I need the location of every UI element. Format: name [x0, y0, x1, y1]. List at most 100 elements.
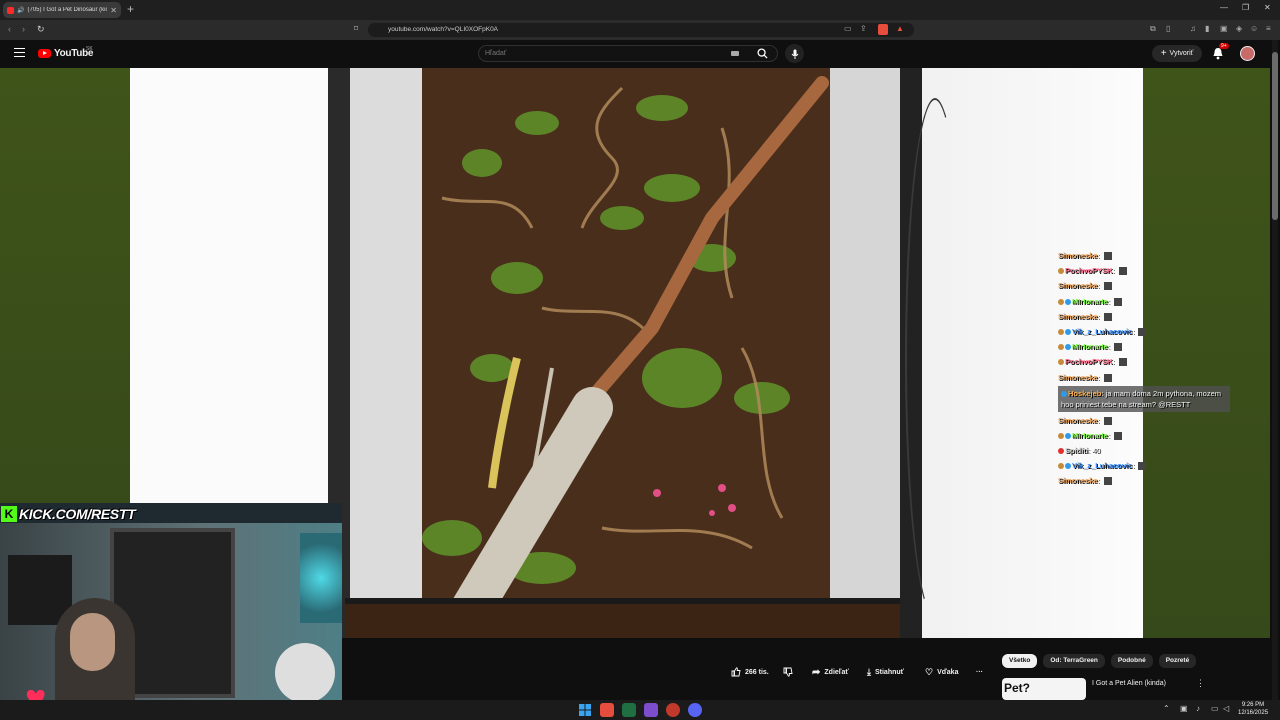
chat-badge-icon [1058, 268, 1064, 275]
brave-browser-icon[interactable] [600, 703, 614, 717]
avatar[interactable] [1240, 46, 1255, 61]
brave-shield-icon[interactable] [878, 24, 888, 35]
hamburger-menu-icon[interactable] [14, 48, 25, 57]
tray-app-icon[interactable]: ▣ [1180, 704, 1188, 713]
discord-icon[interactable] [688, 703, 702, 717]
brave-rewards-icon[interactable]: ▲ [896, 24, 904, 33]
search-button[interactable] [747, 45, 777, 62]
share-page-icon[interactable]: ⇪ [860, 24, 867, 33]
like-button[interactable]: 266 tis. [731, 663, 769, 681]
extensions-icon[interactable]: ⧉ [1150, 24, 1156, 34]
address-bar[interactable]: youtube.com/watch?v=QLI0XOFpK0A [368, 23, 914, 37]
voice-search-button[interactable] [785, 44, 804, 63]
chat-emote-icon [1103, 252, 1112, 261]
system-clock[interactable]: 9:26 PM 12/16/2025 [1238, 701, 1268, 717]
chat-emote-icon [1118, 358, 1127, 367]
close-window-icon[interactable]: ✕ [1264, 3, 1271, 12]
obs-icon[interactable] [644, 703, 658, 717]
thanks-button[interactable]: ♡ Vďaka [925, 663, 958, 681]
forward-icon[interactable]: › [22, 24, 25, 34]
youtube-header: YouTube SK Hľadať + Vytvoriť 9+ [0, 40, 1280, 68]
menu-icon[interactable]: ≡ [1266, 24, 1271, 33]
chat-username: MIrIonarIe [1072, 342, 1108, 352]
maximize-icon[interactable]: ❐ [1242, 3, 1249, 12]
share-button[interactable]: ➦ Zdieľať [812, 663, 849, 681]
new-tab-icon[interactable]: + [127, 2, 134, 16]
youtube-logo[interactable]: YouTube SK [38, 46, 94, 59]
create-button[interactable]: + Vytvoriť [1152, 45, 1202, 62]
chat-username: Vik_z_Luhacovic [1072, 461, 1133, 471]
video-wall-left [130, 68, 330, 503]
tray-expand-icon[interactable]: ⌃ [1163, 704, 1170, 713]
chat-emote-icon [1103, 373, 1112, 382]
close-tab-icon[interactable]: ✕ [110, 6, 117, 15]
chat-message: Simoneske: [1058, 473, 1230, 488]
recommended-video[interactable]: Pet? I Got a Pet Alien (kinda) [1002, 678, 1166, 700]
profile-icon[interactable]: ☺ [1250, 24, 1258, 33]
app-icon[interactable] [666, 703, 680, 717]
clock-date: 12/16/2025 [1238, 710, 1269, 716]
chat-message: Hoskejeb: ja mam doma 2m pythona, mozem … [1058, 385, 1230, 412]
page-scrollbar-thumb[interactable] [1272, 52, 1278, 220]
sidebar-icon[interactable]: ▯ [1166, 24, 1170, 33]
chat-message: Simoneske: [1058, 248, 1230, 263]
vpn-icon[interactable]: ◈ [1236, 24, 1242, 33]
media-icon[interactable]: ♫ [1190, 24, 1196, 33]
chat-username: PochvoPYSK [1065, 357, 1113, 367]
url-text: youtube.com/watch?v=QLI0XOFpK0A [388, 26, 499, 33]
minimize-icon[interactable]: — [1220, 3, 1228, 12]
kebab-menu-icon[interactable]: ⋮ [1196, 678, 1205, 689]
stream-chat-overlay: Simoneske: PochvoPYSK: Simoneske: MIrIon… [1058, 248, 1230, 489]
thumbs-down-icon [783, 667, 793, 677]
more-actions-button[interactable]: ··· [976, 663, 983, 681]
recommended-thumbnail[interactable]: Pet? [1002, 678, 1086, 700]
chat-emote-icon [1103, 312, 1112, 321]
chat-badge-icon [1065, 432, 1071, 439]
windows-start-icon[interactable] [578, 703, 592, 717]
microphone-tray-icon[interactable]: ♪ [1196, 704, 1200, 713]
like-count: 266 tis. [745, 668, 769, 676]
chip-from-channel[interactable]: Od: TerraGreen [1043, 654, 1105, 668]
chip-all[interactable]: Všetko [1002, 654, 1038, 668]
recommended-title[interactable]: I Got a Pet Alien (kinda) [1092, 680, 1166, 700]
microphone-icon [791, 49, 798, 59]
kick-channel-label: KICK.COM/RESTT [19, 506, 136, 522]
terrarium-base [345, 598, 900, 638]
chat-message: PochvoPYSK: [1058, 354, 1230, 369]
back-icon[interactable]: ‹ [8, 24, 11, 34]
chat-username: Simoneske [1058, 281, 1098, 291]
volume-icon[interactable]: ◁ [1223, 704, 1229, 713]
video-actions-bar: 266 tis. ➦ Zdieľať ⤓ Stiahnuť ♡ Vďaka ··… [342, 638, 1270, 700]
chat-username: MIrIonarIe [1072, 430, 1108, 440]
chat-username: Simoneske [1058, 476, 1098, 486]
terrarium-glass-right [830, 68, 900, 608]
speaker-icon: 🔊 [17, 7, 25, 14]
kick-logo-icon: K [1, 506, 17, 522]
wallet-icon[interactable]: ▣ [1220, 24, 1228, 33]
browser-tab[interactable]: 🔊 (705) I Got a Pet Dinosaur (kick ✕ [3, 2, 121, 18]
chat-emote-icon [1114, 343, 1123, 352]
region-code: SK [86, 46, 93, 52]
reader-icon[interactable]: ▮ [1205, 24, 1209, 33]
chip-related[interactable]: Podobné [1110, 654, 1153, 668]
bookmark-icon[interactable]: ⌑ [354, 24, 358, 33]
chat-message: MIrIonarIe: [1058, 339, 1230, 354]
chat-message: Simoneske: [1058, 413, 1230, 428]
cable [905, 98, 965, 618]
cast-icon[interactable]: ▭ [844, 24, 852, 33]
excel-icon[interactable] [622, 703, 636, 717]
network-icon[interactable]: ▭ [1211, 704, 1219, 713]
reload-icon[interactable]: ↻ [37, 24, 45, 35]
download-button[interactable]: ⤓ Stiahnuť [867, 663, 904, 681]
download-icon: ⤓ [867, 666, 871, 677]
terrarium-background [422, 68, 830, 629]
dislike-button[interactable] [783, 663, 793, 681]
chat-emote-icon [1118, 267, 1127, 276]
keyboard-icon[interactable] [731, 51, 739, 56]
chat-message: MIrIonarIe: [1058, 294, 1230, 309]
chip-watched[interactable]: Pozreté [1158, 654, 1197, 668]
more-icon: ··· [976, 668, 983, 676]
chat-message: PochvoPYSK: [1058, 263, 1230, 278]
chat-username: Hoskejeb [1068, 388, 1102, 398]
chat-badge-icon [1058, 328, 1064, 335]
